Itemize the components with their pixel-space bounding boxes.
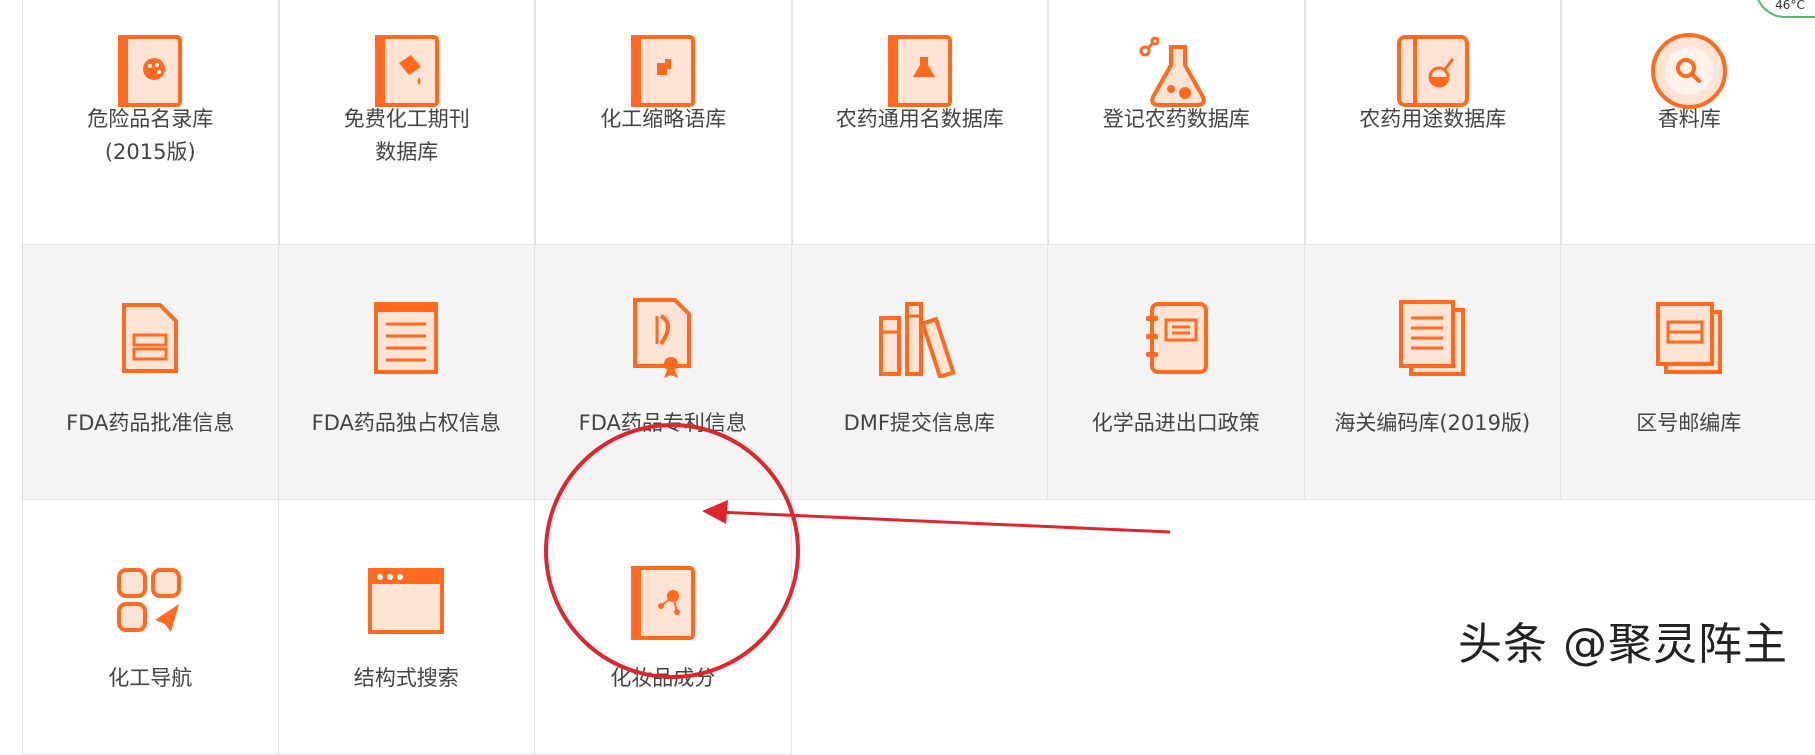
book-palette-icon xyxy=(105,28,195,114)
book-beaker-icon xyxy=(1388,28,1478,114)
db-tile-customs-codes[interactable]: 海关编码库(2019版) xyxy=(1304,245,1561,500)
db-tile-dmf-submissions[interactable]: DMF提交信息库 xyxy=(791,245,1048,500)
db-tile-chem-abbreviations[interactable]: 化工缩略语库 xyxy=(535,0,792,245)
annotation-circle xyxy=(544,423,800,679)
watermark-text: 头条 @聚灵阵主 xyxy=(1458,619,1788,670)
db-tile-fda-exclusivity[interactable]: FDA药品独占权信息 xyxy=(278,245,535,500)
db-tile-fragrances[interactable]: 香料库 xyxy=(1561,0,1815,245)
db-tile-pesticide-names[interactable]: 农药通用名数据库 xyxy=(791,0,1048,245)
list-icon xyxy=(361,295,451,381)
db-tile-chem-journals[interactable]: 免费化工期刊 数据库 xyxy=(278,0,535,245)
db-label: 危险品名录库 (2015版) xyxy=(87,107,214,164)
db-label: 农药通用名数据库 xyxy=(835,107,1004,131)
book-puzzle-icon xyxy=(618,28,708,114)
magnifier-circle-icon xyxy=(1644,28,1734,114)
app-grid-plane-icon xyxy=(105,558,195,644)
book-paint-bucket-icon xyxy=(362,28,452,114)
db-label: DMF提交信息库 xyxy=(843,411,995,435)
browser-window-icon xyxy=(361,558,451,644)
db-label: 海关编码库(2019版) xyxy=(1334,411,1531,435)
annotation-arrow xyxy=(702,500,1171,534)
db-tile-hazardous-goods[interactable]: 危险品名录库 (2015版) xyxy=(22,0,279,245)
db-label: 化学品进出口政策 xyxy=(1091,411,1260,435)
books-shelf-icon xyxy=(874,295,964,381)
db-tile-fda-approvals[interactable]: FDA药品批准信息 xyxy=(22,245,279,500)
db-label: 登记农药数据库 xyxy=(1102,107,1250,131)
db-label: 免费化工期刊 数据库 xyxy=(343,107,470,164)
book-flask-icon xyxy=(875,28,965,114)
db-label: 香料库 xyxy=(1657,107,1721,131)
db-tile-registered-pesticides[interactable]: 登记农药数据库 xyxy=(1048,0,1305,245)
notebook-icon xyxy=(1131,295,1221,381)
cards-icon xyxy=(1644,295,1734,381)
db-label: FDA药品批准信息 xyxy=(66,411,235,435)
certificate-icon xyxy=(618,295,708,381)
db-tile-area-postal-codes[interactable]: 区号邮编库 xyxy=(1561,245,1815,500)
db-label: 农药用途数据库 xyxy=(1359,107,1507,131)
db-label: 结构式搜索 xyxy=(353,666,459,690)
db-label: 区号邮编库 xyxy=(1636,411,1742,435)
stacked-documents-icon xyxy=(1387,295,1477,381)
db-label: 化工导航 xyxy=(108,666,193,690)
db-tile-import-export-policy[interactable]: 化学品进出口政策 xyxy=(1048,245,1305,500)
flask-molecule-icon xyxy=(1131,28,1221,114)
db-tile-chem-navigation[interactable]: 化工导航 xyxy=(22,500,279,755)
db-label: 化工缩略语库 xyxy=(600,107,727,131)
db-label: FDA药品独占权信息 xyxy=(311,411,501,435)
db-tile-structure-search[interactable]: 结构式搜索 xyxy=(278,500,535,755)
db-tile-pesticide-uses[interactable]: 农药用途数据库 xyxy=(1304,0,1561,245)
document-icon xyxy=(105,295,195,381)
badge-text: 46°C xyxy=(1775,0,1805,12)
